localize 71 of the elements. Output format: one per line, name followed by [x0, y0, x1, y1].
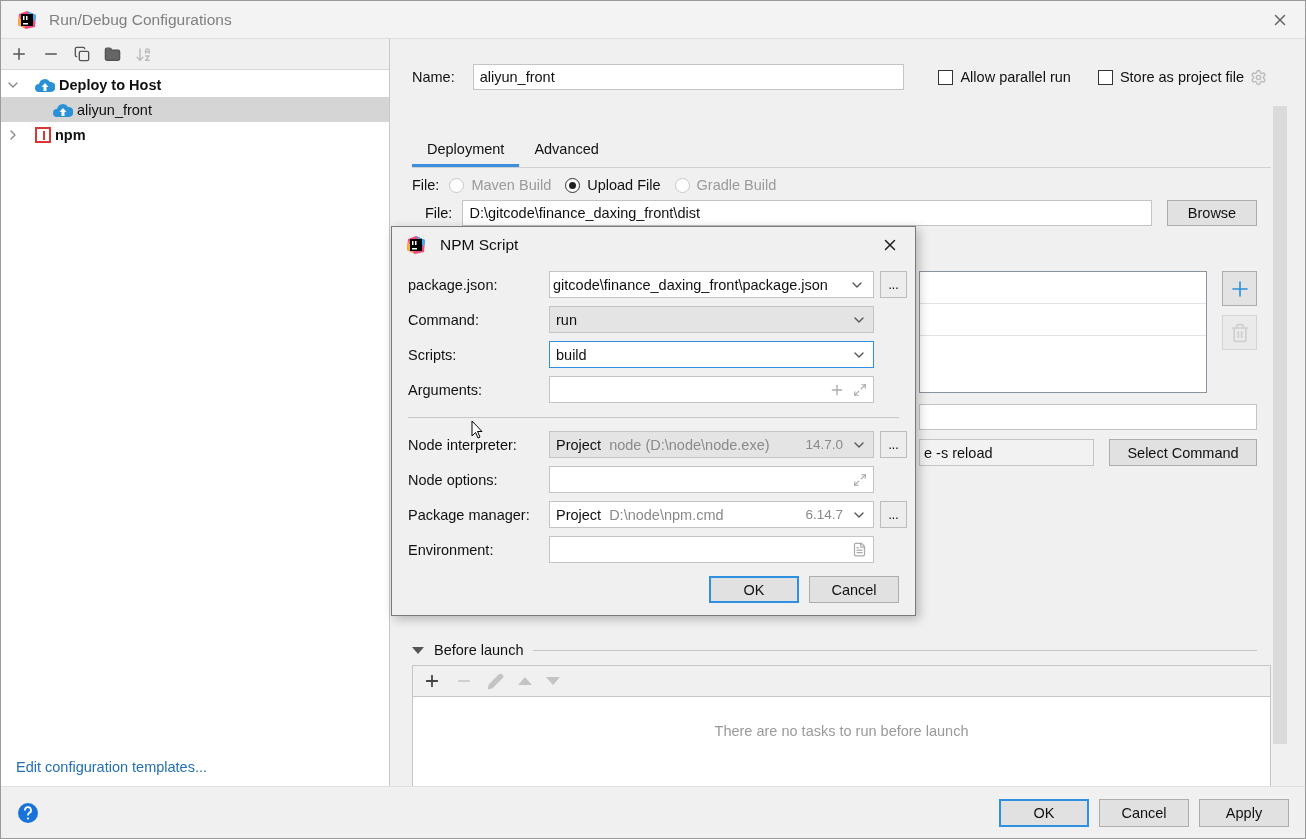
cloud-upload-icon	[53, 102, 73, 117]
input-field[interactable]: build	[549, 341, 874, 368]
edit-templates-link[interactable]: Edit configuration templates...	[16, 759, 208, 775]
dialog-button[interactable]: Cancel	[1099, 798, 1189, 827]
cursor-icon	[471, 420, 483, 439]
dialog-button[interactable]: OK	[999, 798, 1089, 827]
empty-message: There are no tasks to run before launch	[714, 723, 969, 741]
expand-icon[interactable]	[853, 382, 867, 397]
browse-button[interactable]: Browse	[1167, 200, 1257, 226]
radio-label: Upload File	[587, 177, 661, 193]
field-label: Environment:	[408, 541, 495, 558]
checkbox-label: Allow parallel run	[960, 69, 1071, 85]
field-label: package.json:	[408, 276, 499, 293]
file-label: File:	[425, 205, 453, 221]
input-field[interactable]	[549, 466, 874, 493]
tree-item[interactable]: npm	[1, 122, 389, 147]
field-label: Node options:	[408, 471, 499, 488]
browse-button[interactable]: ...	[880, 501, 907, 528]
trash-icon	[1229, 322, 1250, 343]
browse-button[interactable]: ...	[880, 431, 907, 458]
name-field[interactable]: aliyun_front	[472, 64, 904, 90]
section-title: Before launch	[434, 642, 524, 658]
checkbox[interactable]	[938, 69, 954, 85]
field-label: Command:	[408, 311, 480, 328]
app-logo-icon	[17, 9, 37, 30]
settings-icon[interactable]	[1250, 68, 1267, 86]
input-field[interactable]	[549, 376, 874, 403]
input-field[interactable]: gitcode\finance_daxing_front\package.json	[549, 271, 874, 298]
cloud-upload-icon	[35, 77, 55, 92]
dropdown-field[interactable]: run	[549, 306, 874, 333]
tab[interactable]: Advanced	[519, 134, 614, 167]
document-icon[interactable]	[852, 542, 867, 557]
field-label: Arguments:	[408, 381, 484, 398]
checkbox-label: Store as project file	[1119, 69, 1244, 85]
field-label: Scripts:	[408, 346, 458, 363]
expand-icon[interactable]	[853, 472, 867, 487]
collapse-triangle-icon[interactable]	[412, 646, 424, 654]
dialog-button[interactable]: OK	[709, 576, 799, 603]
select-command-button[interactable]: Select Command	[1109, 439, 1257, 466]
dialog-title: NPM Script	[440, 236, 520, 254]
help-icon[interactable]	[17, 801, 39, 824]
add-icon[interactable]	[423, 672, 441, 690]
tree-item[interactable]: aliyun_front	[1, 97, 389, 122]
radio-button[interactable]	[565, 177, 581, 193]
checkbox[interactable]	[1097, 69, 1113, 85]
copy-icon[interactable]	[74, 46, 90, 62]
app-logo-icon	[406, 235, 426, 255]
tree-item[interactable]: Deploy to Host	[1, 72, 389, 97]
radio-label: Gradle Build	[696, 177, 777, 193]
add-button[interactable]	[1222, 271, 1257, 306]
list-box[interactable]	[919, 271, 1207, 393]
add-icon[interactable]	[10, 45, 28, 63]
input-field[interactable]	[919, 404, 1257, 430]
radio-label: Maven Build	[471, 177, 552, 193]
window-title: Run/Debug Configurations	[49, 10, 233, 29]
dialog-button[interactable]: Apply	[1199, 798, 1289, 827]
field-label: Node interpreter:	[408, 436, 518, 453]
sort-icon[interactable]	[135, 45, 152, 63]
input-field[interactable]	[549, 536, 874, 563]
field-label: Package manager:	[408, 506, 531, 523]
npm-icon	[35, 126, 51, 143]
input-field[interactable]: Project D:\node\npm.cmd 6.14.7	[549, 501, 874, 528]
dialog-button[interactable]: Cancel	[809, 576, 899, 603]
command-field[interactable]: e -s reload	[919, 439, 1094, 466]
browse-button[interactable]: ...	[880, 271, 907, 298]
tab[interactable]: Deployment	[412, 134, 520, 167]
file-label: File:	[412, 177, 440, 193]
dropdown-field[interactable]: Project node (D:\node\node.exe) 14.7.0	[549, 431, 874, 458]
file-path-field[interactable]: D:\gitcode\finance_daxing_front\dist	[462, 200, 1152, 226]
name-label: Name:	[412, 69, 455, 85]
edit-icon[interactable]	[487, 672, 504, 690]
